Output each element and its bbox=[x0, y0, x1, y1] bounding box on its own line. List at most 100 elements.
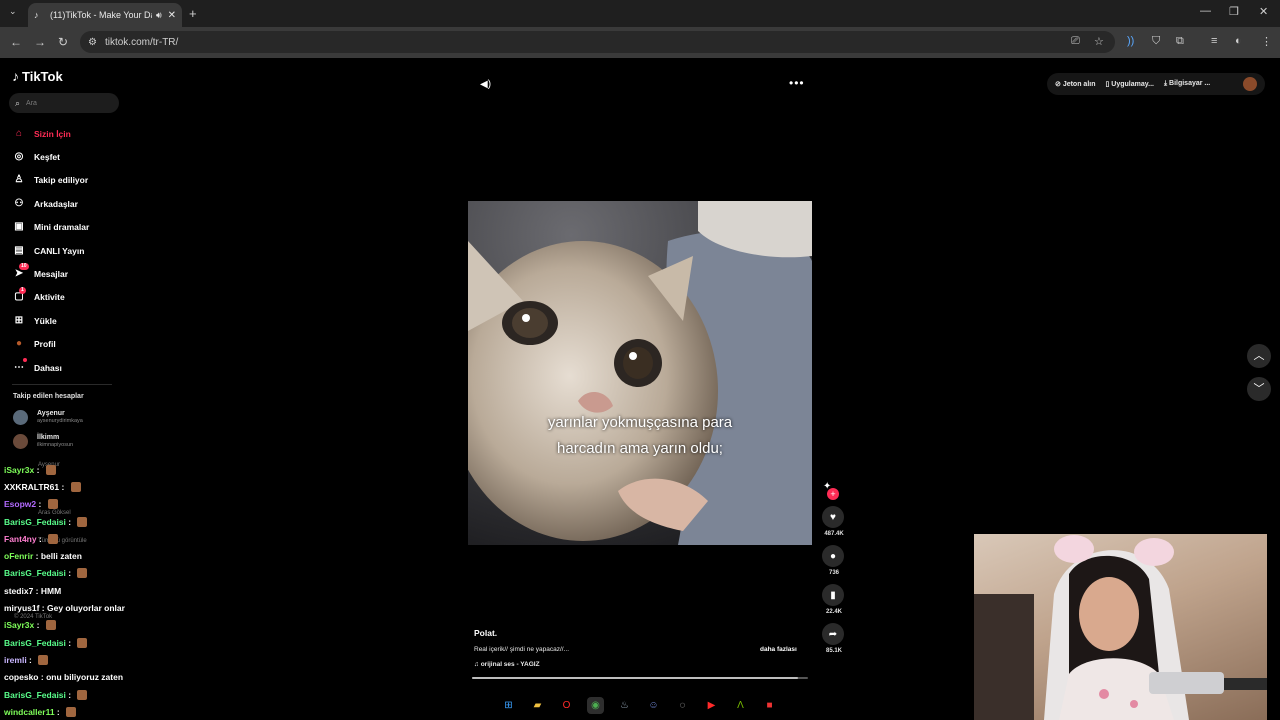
video-editor-icon[interactable]: ■ bbox=[761, 697, 778, 714]
sidebar-item[interactable]: ⌂ Sizin İçin bbox=[12, 122, 89, 145]
video-author[interactable]: Polat. bbox=[474, 628, 497, 638]
video-caption-line: yarınlar yokmuşçasına para bbox=[547, 414, 733, 431]
chat-separator: : bbox=[65, 568, 74, 579]
search-icon: ⌕ bbox=[15, 97, 21, 108]
nvidia-icon[interactable]: Λ bbox=[732, 697, 749, 714]
tiktok-logo[interactable]: ♪ TikTok bbox=[12, 68, 63, 84]
file-explorer-icon[interactable]: ▰ bbox=[529, 697, 546, 714]
sidebar-item[interactable]: ➤ 10 Mesajlar bbox=[12, 262, 89, 285]
profile-avatar-icon: ● bbox=[15, 338, 23, 350]
compass-icon: ◎ bbox=[14, 151, 24, 163]
new-dot bbox=[23, 357, 27, 362]
chat-emote bbox=[77, 689, 88, 700]
site-info-icon[interactable]: ⚙ bbox=[88, 37, 97, 48]
close-tab-icon[interactable]: ✕ bbox=[168, 10, 176, 21]
sound-name: orijinal ses - YAGIZ bbox=[480, 661, 540, 668]
sidebar-item[interactable]: ▤ CANLI Yayın bbox=[12, 239, 89, 262]
chevron-down-icon: ﹀ bbox=[1253, 383, 1265, 395]
chat-separator: : bbox=[36, 533, 45, 544]
sidebar-item-label: Keşfet bbox=[34, 152, 60, 163]
obs-icon[interactable]: ◌ bbox=[674, 697, 691, 714]
sound-link[interactable]: ♫ orijinal ses - YAGIZ bbox=[474, 661, 540, 668]
volume-icon[interactable]: ◀︎) bbox=[480, 79, 491, 90]
youtube-music-icon[interactable]: ▶ bbox=[703, 697, 720, 714]
person-follow-icon: ♙ bbox=[14, 174, 24, 186]
sidebar-item[interactable]: ● Profil bbox=[12, 333, 89, 356]
share-button[interactable]: ➦ bbox=[822, 623, 844, 645]
browser-tab[interactable]: ♪ (11)TikTok - Make Your Day 🔊︎ ✕ bbox=[28, 3, 182, 27]
more-options-icon[interactable]: ••• bbox=[789, 76, 805, 90]
profile-avatar-icon[interactable]: ◐ bbox=[1235, 35, 1242, 47]
chat-message: BarisG_Fedaisi : bbox=[4, 513, 204, 530]
extension-audio-icon[interactable]: )) bbox=[1127, 35, 1134, 47]
search-input[interactable]: ⌕ Ara bbox=[9, 93, 119, 113]
chat-message: stedix7 : HMM bbox=[4, 582, 204, 599]
chat-emote bbox=[70, 481, 81, 492]
sidebar-item-label: Mini dramalar bbox=[34, 222, 90, 233]
get-coins-button[interactable]: ⊘ Jeton alın bbox=[1055, 80, 1096, 88]
pc-app-button[interactable]: ⤓ Bilgisayar ... bbox=[1164, 80, 1210, 88]
media-control-icon[interactable]: ≡ bbox=[1211, 35, 1217, 47]
chat-message: BarisG_Fedaisi : bbox=[4, 634, 204, 651]
new-tab-button[interactable]: + bbox=[189, 6, 197, 21]
discord-icon[interactable]: ☺ bbox=[645, 697, 662, 714]
sidebar-item[interactable]: ▢ 1 Aktivite bbox=[12, 286, 89, 309]
tab-search-icon[interactable]: ⌄ bbox=[9, 6, 17, 17]
chat-separator: : bbox=[38, 672, 47, 683]
bookmark-icon: ▮ bbox=[830, 589, 836, 601]
back-icon[interactable]: ← bbox=[10, 35, 22, 49]
chat-username: windcaller11 bbox=[4, 706, 55, 717]
install-app-icon[interactable]: ⎚ bbox=[1071, 35, 1080, 48]
music-note-icon: ♫ bbox=[474, 661, 479, 668]
browser-menu-icon[interactable]: ⋮ bbox=[1261, 35, 1272, 48]
address-bar[interactable]: ⚙ tiktok.com/tr-TR/ bbox=[80, 31, 1115, 53]
chrome-icon[interactable]: ◉ bbox=[587, 696, 604, 714]
opera-icon[interactable]: O bbox=[558, 697, 575, 714]
previous-video-button[interactable]: ︿ bbox=[1247, 344, 1271, 368]
sidebar-item[interactable]: ◎ Keşfet bbox=[12, 145, 89, 168]
chat-username: iSayr3x bbox=[4, 620, 35, 631]
avatar[interactable] bbox=[1243, 77, 1257, 91]
sidebar-divider bbox=[12, 384, 112, 385]
restore-icon[interactable]: ❐ bbox=[1229, 5, 1239, 18]
browser-tab-strip: ⌄ ♪ (11)TikTok - Make Your Day 🔊︎ ✕ + — … bbox=[0, 0, 1280, 27]
creator-avatar[interactable]: ✦ + bbox=[823, 476, 843, 500]
tab-title: (11)TikTok - Make Your Day bbox=[50, 10, 152, 20]
like-button[interactable]: ♥ bbox=[822, 506, 844, 528]
shield-icon[interactable]: ⛉ bbox=[1152, 35, 1160, 48]
account-handle: ilkimnapiyosun bbox=[37, 442, 74, 448]
chat-username: miryus1f bbox=[4, 603, 40, 614]
account-handle: aysenurydirimkaya bbox=[37, 418, 83, 424]
sidebar-item[interactable]: ⋯ Dahası bbox=[12, 356, 89, 379]
sidebar-item[interactable]: ♙ Takip ediliyor bbox=[12, 169, 89, 192]
speaker-icon[interactable]: 🔊︎ bbox=[156, 10, 162, 21]
followed-account[interactable]: Ayşenur aysenurydirimkaya bbox=[13, 410, 83, 425]
save-button[interactable]: ▮ bbox=[822, 584, 844, 606]
follow-plus-button[interactable]: + bbox=[827, 488, 839, 500]
chat-username: Fant4ny bbox=[4, 533, 37, 544]
minimize-icon[interactable]: — bbox=[1200, 5, 1211, 17]
next-video-button[interactable]: ﹀ bbox=[1247, 377, 1271, 401]
avatar bbox=[13, 410, 28, 425]
video-player[interactable]: yarınlar yokmuşçasına para harcadın ama … bbox=[468, 201, 812, 545]
comment-button[interactable]: ● bbox=[822, 545, 844, 567]
chat-text: HMM bbox=[40, 585, 62, 596]
account-name: İlkimm bbox=[37, 434, 60, 441]
video-progress-bar[interactable] bbox=[472, 677, 808, 679]
show-more-link[interactable]: daha fazlası bbox=[760, 646, 797, 653]
followed-account[interactable]: İlkimm ilkimnapiyosun bbox=[13, 434, 73, 449]
comment-icon: ● bbox=[829, 550, 837, 562]
sidebar-item[interactable]: ▣ Mini dramalar bbox=[12, 216, 89, 239]
close-window-icon[interactable]: ✕ bbox=[1259, 5, 1268, 18]
bookmark-star-icon[interactable]: ☆ bbox=[1094, 35, 1104, 48]
windows-start-icon[interactable]: ⊞ bbox=[500, 697, 517, 714]
get-app-button[interactable]: ▯ Uygulamay... bbox=[1106, 80, 1154, 88]
sidebar-item[interactable]: ⚇ Arkadaşlar bbox=[12, 192, 89, 215]
chat-separator: : bbox=[36, 499, 44, 510]
extensions-puzzle-icon[interactable]: ⧉ bbox=[1176, 35, 1184, 48]
sidebar-item[interactable]: ⊞ Yükle bbox=[12, 309, 89, 332]
reload-icon[interactable]: ↻ bbox=[58, 35, 68, 49]
avatar bbox=[13, 434, 28, 449]
forward-icon[interactable]: → bbox=[34, 35, 46, 49]
steam-icon[interactable]: ♨ bbox=[616, 697, 633, 714]
